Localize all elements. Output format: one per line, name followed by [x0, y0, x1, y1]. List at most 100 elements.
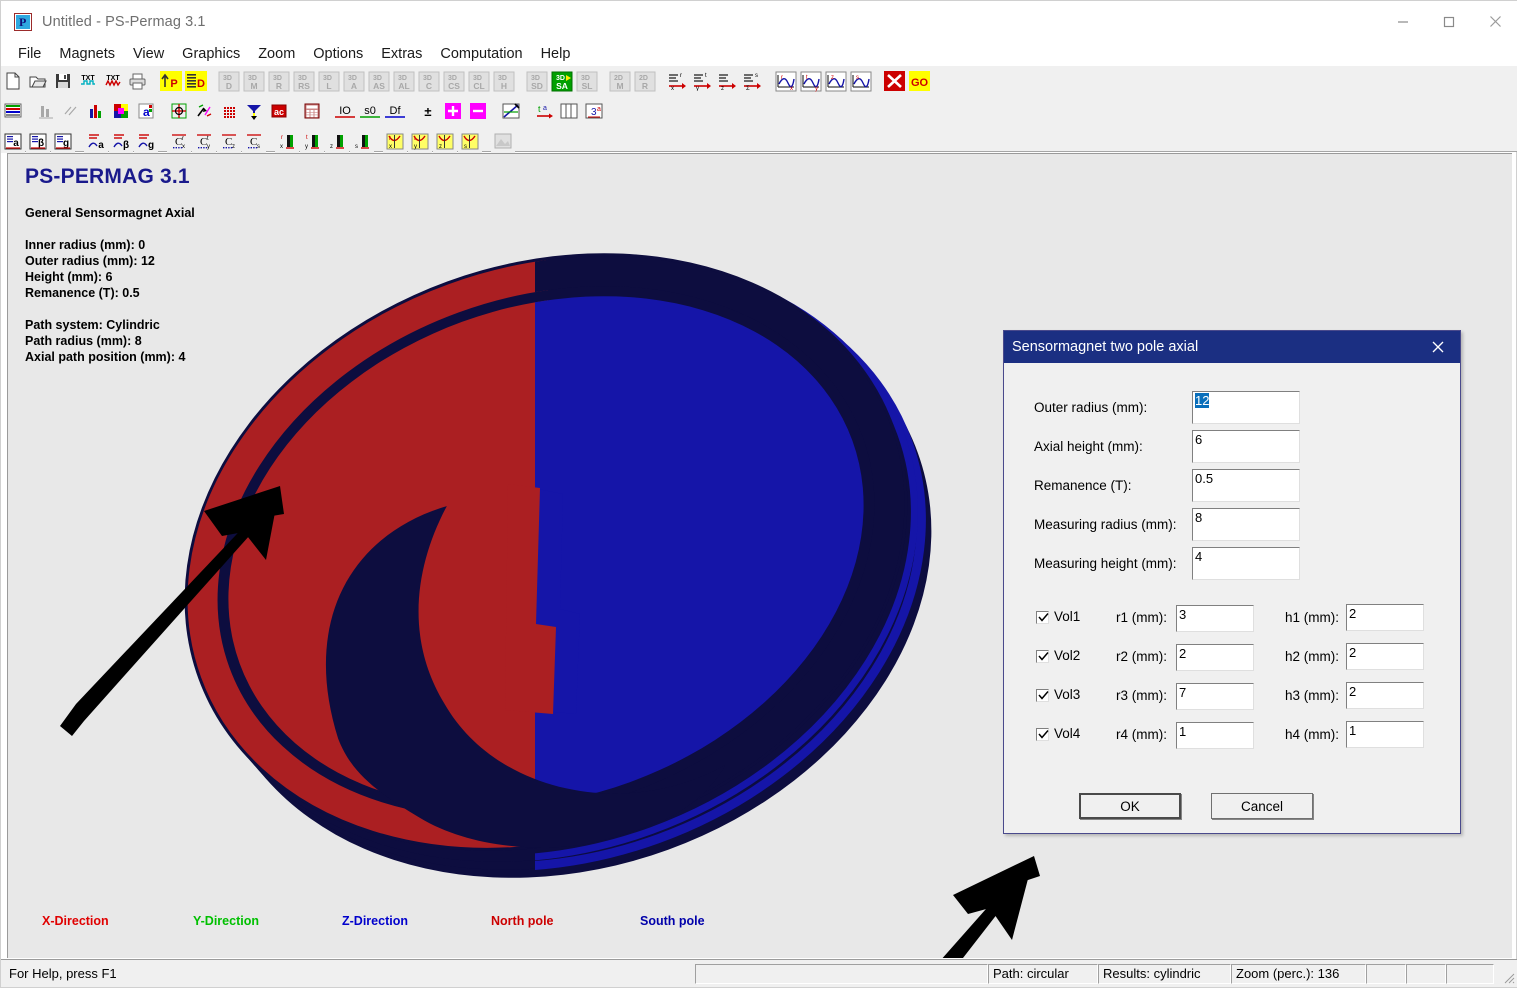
field-input-4[interactable]: 4 — [1192, 547, 1300, 580]
minimize-icon[interactable] — [1380, 1, 1426, 42]
coeff-s-button[interactable]: Cs — [242, 129, 266, 153]
plot-s-button[interactable]: sΣ — [741, 69, 765, 93]
alpha-a-icon: a — [3, 132, 23, 151]
zoom-out-button[interactable] — [466, 99, 490, 123]
volume-checkbox-1[interactable] — [1036, 611, 1049, 624]
cancel-button[interactable]: Cancel — [1211, 793, 1313, 819]
volume-r-input-2[interactable]: 2 — [1176, 644, 1254, 671]
df-toggle-button[interactable]: Df — [383, 99, 407, 123]
print-button[interactable] — [126, 69, 150, 93]
field-input-0[interactable]: 12 — [1192, 391, 1300, 424]
chart-r-x-button[interactable]: rx — [383, 129, 407, 153]
menu-item-magnets[interactable]: Magnets — [50, 44, 124, 64]
chart-t-y-button[interactable]: ty — [408, 129, 432, 153]
alpha-a-button[interactable]: a — [1, 129, 25, 153]
volume-h-input-2[interactable]: 2 — [1346, 643, 1424, 670]
dot-grid-button[interactable] — [217, 99, 241, 123]
bar-r-x-button[interactable]: rx — [275, 129, 299, 153]
view-3d-sa-button[interactable]: 3D SA — [550, 69, 574, 93]
curve-b-button[interactable]: β — [109, 129, 133, 153]
menu-item-help[interactable]: Help — [532, 44, 580, 64]
cube-3d-icon: 3a — [584, 102, 604, 120]
save-file-button[interactable] — [51, 69, 75, 93]
calculator-button[interactable] — [300, 99, 324, 123]
s0-toggle-button[interactable]: s0 — [358, 99, 382, 123]
volume-checkbox-2[interactable] — [1036, 650, 1049, 663]
field-s-button[interactable]: s — [849, 69, 873, 93]
curve-a-button[interactable]: a — [84, 129, 108, 153]
crosshair-grid-button[interactable] — [167, 99, 191, 123]
volume-h-input-3[interactable]: 2 — [1346, 682, 1424, 709]
bar-chart-button[interactable] — [84, 99, 108, 123]
text-format-a-button[interactable]: a — [134, 99, 158, 123]
new-file-button[interactable] — [1, 69, 25, 93]
bar-z-button[interactable]: z — [325, 129, 349, 153]
svg-text:r: r — [680, 73, 682, 79]
menu-item-computation[interactable]: Computation — [431, 44, 531, 64]
color-palette-button[interactable] — [109, 99, 133, 123]
maximize-icon[interactable] — [1426, 1, 1472, 42]
menu-item-options[interactable]: Options — [304, 44, 372, 64]
volume-h-input-4[interactable]: 1 — [1346, 721, 1424, 748]
plus-minus-button[interactable]: ± — [416, 99, 440, 123]
alpha-b-button[interactable]: β — [26, 129, 50, 153]
funnel-down-button[interactable] — [242, 99, 266, 123]
io-toggle-button[interactable]: IO — [333, 99, 357, 123]
arrow-table-button[interactable]: ta — [532, 99, 556, 123]
volume-r-label-3: r3 (mm): — [1116, 688, 1167, 703]
coeff-r-x-button[interactable]: Crx — [167, 129, 191, 153]
close-icon[interactable] — [1472, 1, 1517, 42]
text-export-button[interactable]: TXT — [101, 69, 125, 93]
volume-r-input-4[interactable]: 1 — [1176, 722, 1254, 749]
go-computation-button[interactable]: GO — [907, 69, 931, 93]
cube-3d-button[interactable]: 3a — [582, 99, 606, 123]
layer-stack-button[interactable] — [1, 99, 25, 123]
plot-r-x-button[interactable]: rx — [666, 69, 690, 93]
volume-r-input-3[interactable]: 7 — [1176, 683, 1254, 710]
print-preview-p-button[interactable]: P — [159, 69, 183, 93]
zoom-in-button[interactable] — [441, 99, 465, 123]
toolbar-row-3: aβgaβgCrxCtyCzCsrxtyzsrxtyzs — [1, 126, 516, 156]
stop-computation-button[interactable] — [882, 69, 906, 93]
abc-red-button[interactable]: ac — [267, 99, 291, 123]
curve-g-button[interactable]: g — [134, 129, 158, 153]
ok-button[interactable]: OK — [1079, 793, 1181, 819]
chart-z-button[interactable]: z — [433, 129, 457, 153]
vector-arrows-button[interactable] — [192, 99, 216, 123]
bar-s-button[interactable]: s — [350, 129, 374, 153]
plot-t-y-button[interactable]: ty — [691, 69, 715, 93]
menu-item-graphics[interactable]: Graphics — [173, 44, 249, 64]
columns-view-button[interactable] — [557, 99, 581, 123]
plot-z-button[interactable]: z — [716, 69, 740, 93]
menu-item-zoom[interactable]: Zoom — [249, 44, 304, 64]
field-r-x-button[interactable]: rx — [774, 69, 798, 93]
field-z-button[interactable]: z — [824, 69, 848, 93]
dialog-close-icon[interactable] — [1416, 331, 1460, 363]
graphics-canvas[interactable]: PS-PERMAG 3.1 General Sensormagnet Axial… — [7, 153, 1512, 958]
svg-text:A: A — [351, 81, 357, 91]
volume-checkbox-4[interactable] — [1036, 728, 1049, 741]
bar-t-y-button[interactable]: ty — [300, 129, 324, 153]
text-import-button[interactable]: TXT — [76, 69, 100, 93]
field-input-2[interactable]: 0.5 — [1192, 469, 1300, 502]
alpha-g-button[interactable]: g — [51, 129, 75, 153]
volume-checkbox-3[interactable] — [1036, 689, 1049, 702]
menu-item-file[interactable]: File — [9, 44, 50, 64]
graph-edit-button[interactable] — [499, 99, 523, 123]
chart-s-button[interactable]: s — [458, 129, 482, 153]
resize-grip-icon[interactable] — [1501, 970, 1515, 984]
open-file-button[interactable] — [26, 69, 50, 93]
coeff-t-y-button[interactable]: Cty — [192, 129, 216, 153]
menu-item-view[interactable]: View — [124, 44, 173, 64]
view-3d-l-button: 3D L — [317, 69, 341, 93]
coeff-z-button[interactable]: Cz — [217, 129, 241, 153]
volume-r-input-1[interactable]: 3 — [1176, 605, 1254, 632]
volume-h-input-1[interactable]: 2 — [1346, 604, 1424, 631]
menu-item-extras[interactable]: Extras — [372, 44, 431, 64]
field-input-3[interactable]: 8 — [1192, 508, 1300, 541]
toolbar-separator — [325, 99, 333, 123]
field-value-1: 6 — [1195, 432, 1203, 447]
field-t-y-button[interactable]: ty — [799, 69, 823, 93]
report-d-button[interactable]: D — [184, 69, 208, 93]
field-input-1[interactable]: 6 — [1192, 430, 1300, 463]
